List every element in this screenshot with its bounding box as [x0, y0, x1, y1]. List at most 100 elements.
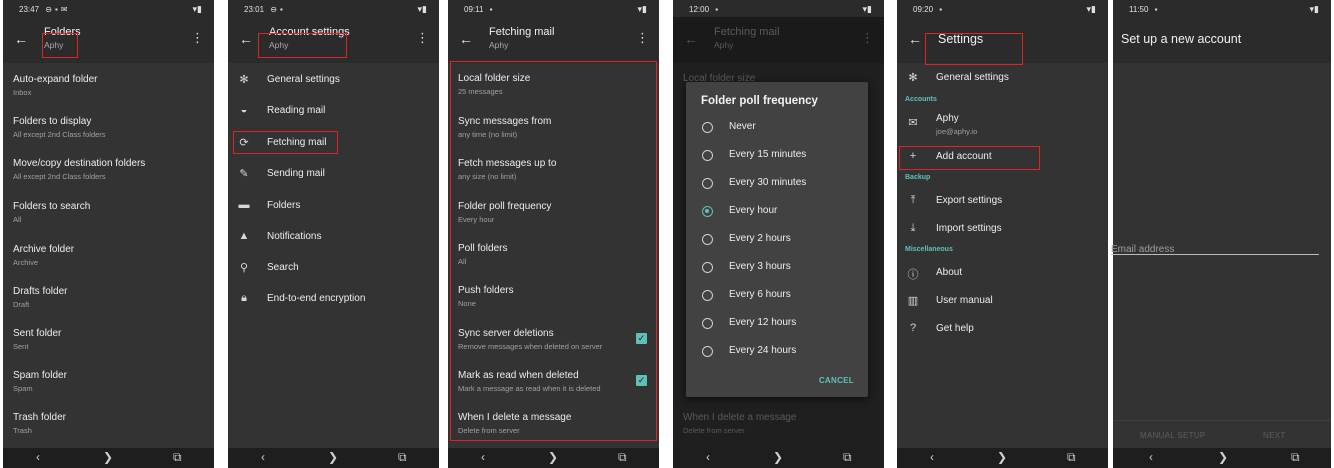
- list-item[interactable]: Archive folder Archive: [13, 244, 206, 267]
- wifi-battery-icon: ▾▮: [1086, 4, 1096, 14]
- wifi-battery-icon: ▾▮: [1309, 4, 1319, 14]
- item-title: Move/copy destination folders: [13, 158, 146, 169]
- menu-item-about[interactable]: ⓘ About: [897, 258, 1108, 288]
- radio-option[interactable]: Every 24 hours: [702, 340, 862, 364]
- pencil-icon: ✎: [239, 168, 249, 180]
- nav-home-icon[interactable]: ❯: [1218, 450, 1228, 464]
- radio-button[interactable]: [702, 290, 713, 301]
- search-icon: ⚲: [239, 262, 249, 274]
- menu-item-sending-mail[interactable]: ✎ Sending mail: [228, 159, 439, 189]
- nav-back-icon[interactable]: ‹: [930, 450, 934, 464]
- radio-label: Every hour: [729, 205, 778, 216]
- nav-home-icon[interactable]: ❯: [328, 450, 338, 464]
- list-item[interactable]: Auto-expand folder Inbox: [13, 74, 206, 97]
- gear-icon: ✻: [239, 74, 249, 86]
- menu-item-general-settings[interactable]: ✻ General settings: [897, 63, 1108, 93]
- book-icon: ▥: [907, 295, 919, 307]
- lock-icon: 🔒︎: [241, 292, 247, 304]
- nav-recents-icon[interactable]: ⧉: [173, 450, 182, 465]
- list-item[interactable]: Drafts folder Draft: [13, 286, 206, 309]
- radio-button[interactable]: [702, 206, 713, 217]
- menu-item-label: Export settings: [936, 195, 1003, 206]
- item-summary: Trash: [13, 426, 32, 435]
- list-item[interactable]: Trash folder Trash: [13, 412, 206, 435]
- item-title: Folders to display: [13, 116, 92, 127]
- item-title: Spam folder: [13, 370, 67, 381]
- wifi-battery-icon: ▾▮: [417, 4, 427, 14]
- nav-recents-icon[interactable]: ⧉: [1291, 450, 1300, 465]
- nav-recents-icon[interactable]: ⧉: [843, 450, 852, 465]
- radio-option[interactable]: Every 6 hours: [702, 284, 862, 308]
- menu-item-user-manual[interactable]: ▥ User manual: [897, 286, 1108, 316]
- app-bar: ← Fetching mail Aphy ⋮: [673, 17, 884, 63]
- app-bar: Set up a new account: [1113, 17, 1331, 63]
- next-button[interactable]: NEXT: [1263, 431, 1286, 440]
- radio-option-selected[interactable]: Every hour: [702, 200, 862, 224]
- bell-icon: ▲: [238, 230, 250, 242]
- nav-back-icon[interactable]: ‹: [481, 450, 485, 464]
- radio-option[interactable]: Every 15 minutes: [702, 144, 862, 168]
- screen-fetching-mail: 09:11 ▪ ▾▮ ← Fetching mail Aphy ⋮ Local …: [448, 0, 659, 468]
- radio-button[interactable]: [702, 234, 713, 245]
- section-header-backup: Backup: [905, 174, 931, 181]
- item-title: Trash folder: [13, 412, 66, 423]
- highlight-box: [925, 33, 1023, 65]
- account-item[interactable]: ✉ Aphy joe@aphy.io: [897, 108, 1108, 142]
- status-time: 23:47: [19, 5, 40, 14]
- back-arrow-icon[interactable]: ←: [459, 31, 473, 47]
- nav-recents-icon[interactable]: ⧉: [1067, 450, 1076, 465]
- menu-item-search[interactable]: ⚲ Search: [228, 253, 439, 283]
- cancel-button[interactable]: CANCEL: [819, 376, 854, 385]
- nav-home-icon[interactable]: ❯: [548, 450, 558, 464]
- radio-option[interactable]: Never: [702, 116, 862, 140]
- nav-back-icon[interactable]: ‹: [261, 450, 265, 464]
- back-arrow-icon[interactable]: ←: [14, 31, 28, 47]
- radio-button[interactable]: [702, 122, 713, 133]
- list-item[interactable]: Spam folder Spam: [13, 370, 206, 393]
- menu-item-folders[interactable]: ▬ Folders: [228, 191, 439, 221]
- manual-setup-button[interactable]: MANUAL SETUP: [1140, 431, 1206, 440]
- settings-list: ✻ General settings Accounts ✉ Aphy joe@ap…: [897, 63, 1108, 448]
- overflow-menu-icon[interactable]: ⋮: [636, 30, 649, 46]
- radio-label: Every 24 hours: [729, 345, 797, 356]
- nav-home-icon[interactable]: ❯: [773, 450, 783, 464]
- back-arrow-icon[interactable]: ←: [239, 31, 253, 47]
- back-arrow-icon[interactable]: ←: [908, 31, 922, 47]
- menu-item-reading-mail[interactable]: ◒ Reading mail: [228, 96, 439, 126]
- menu-item-label: User manual: [936, 295, 993, 306]
- overflow-menu-icon[interactable]: ⋮: [191, 30, 204, 46]
- radio-option[interactable]: Every 3 hours: [702, 256, 862, 280]
- list-item[interactable]: Folders to search All: [13, 201, 206, 224]
- email-field[interactable]: Email address: [1111, 239, 1319, 255]
- gear-icon: ✻: [908, 72, 918, 84]
- radio-option[interactable]: Every 2 hours: [702, 228, 862, 252]
- download-icon: ⤓: [910, 222, 916, 234]
- nav-home-icon[interactable]: ❯: [997, 450, 1007, 464]
- nav-back-icon[interactable]: ‹: [706, 450, 710, 464]
- radio-button[interactable]: [702, 318, 713, 329]
- menu-item-get-help[interactable]: ? Get help: [897, 314, 1108, 344]
- list-item[interactable]: Move/copy destination folders All except …: [13, 158, 206, 181]
- menu-item-export[interactable]: ⤒ Export settings: [897, 186, 1108, 216]
- nav-recents-icon[interactable]: ⧉: [398, 450, 407, 465]
- radio-button[interactable]: [702, 346, 713, 357]
- radio-button[interactable]: [702, 178, 713, 189]
- menu-item-import[interactable]: ⤓ Import settings: [897, 214, 1108, 244]
- menu-item-general-settings[interactable]: ✻ General settings: [228, 65, 439, 95]
- menu-item-encryption[interactable]: 🔒︎ End-to-end encryption: [228, 284, 439, 314]
- radio-button[interactable]: [702, 262, 713, 273]
- nav-back-icon[interactable]: ‹: [1149, 450, 1153, 464]
- menu-item-notifications[interactable]: ▲ Notifications: [228, 222, 439, 252]
- nav-home-icon[interactable]: ❯: [103, 450, 113, 464]
- item-summary: All except 2nd Class folders: [13, 130, 106, 139]
- radio-button[interactable]: [702, 150, 713, 161]
- chat-icon: ▪: [54, 5, 58, 14]
- radio-option[interactable]: Every 30 minutes: [702, 172, 862, 196]
- radio-option[interactable]: Every 12 hours: [702, 312, 862, 336]
- envelope-open-icon: ◒: [240, 104, 248, 116]
- nav-recents-icon[interactable]: ⧉: [618, 450, 627, 465]
- list-item[interactable]: Folders to display All except 2nd Class f…: [13, 116, 206, 139]
- overflow-menu-icon[interactable]: ⋮: [416, 30, 429, 46]
- list-item[interactable]: Sent folder Sent: [13, 328, 206, 351]
- nav-back-icon[interactable]: ‹: [36, 450, 40, 464]
